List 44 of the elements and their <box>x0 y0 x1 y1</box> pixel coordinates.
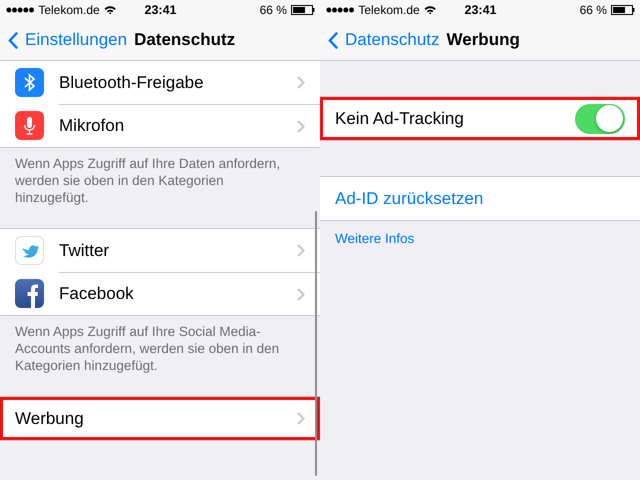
battery-icon <box>610 5 635 15</box>
wifi-icon <box>424 5 436 15</box>
row-label: Kein Ad-Tracking <box>335 108 464 128</box>
navigation-title: Werbung <box>446 30 520 50</box>
settings-row[interactable]: Kein Ad-Tracking <box>320 97 640 140</box>
wifi-icon <box>104 5 116 15</box>
facebook-icon <box>15 279 44 308</box>
settings-row[interactable]: Mikrofon <box>0 104 320 147</box>
carrier-name: Telekom.de <box>358 3 420 17</box>
battery-percentage: 66 % <box>260 3 287 17</box>
bluetooth-icon <box>15 68 44 97</box>
row-label: Facebook <box>59 284 134 304</box>
navigation-title: Datenschutz <box>134 30 236 50</box>
status-time: 23:41 <box>144 3 176 17</box>
reset-button[interactable]: Ad-ID zurücksetzen <box>320 177 640 220</box>
back-chevron-icon <box>8 30 19 50</box>
more-info-link[interactable]: Weitere Infos <box>335 231 414 246</box>
chevron-icon <box>297 288 305 300</box>
footer-note: Wenn Apps Zugriff auf Ihre Social Media-Accounts anfordern, werden sie oben in den Kategorien hinzugefügt. <box>14 323 280 374</box>
row-label: Mikrofon <box>59 116 124 136</box>
settings-row[interactable]: Bluetooth-Freigabe <box>0 61 320 104</box>
row-label: Ad-ID zurücksetzen <box>335 188 484 208</box>
row-label: Bluetooth-Freigabe <box>59 72 204 92</box>
row-label: Werbung <box>15 408 84 428</box>
carrier-name: Telekom.de <box>38 3 100 17</box>
signal-icon <box>6 7 34 13</box>
battery-icon <box>290 5 315 15</box>
battery-percentage: 66 % <box>580 3 607 17</box>
chevron-icon <box>297 412 305 425</box>
back-button[interactable]: Einstellungen <box>8 30 128 50</box>
back-button[interactable]: Datenschutz <box>328 30 440 50</box>
settings-row[interactable]: Werbung <box>0 397 320 440</box>
toggle-switch[interactable] <box>575 104 625 134</box>
back-chevron-icon <box>328 30 339 50</box>
bird-icon <box>15 236 44 265</box>
status-time: 23:41 <box>464 3 496 17</box>
signal-icon <box>326 7 354 13</box>
chevron-icon <box>297 120 305 132</box>
footer-note: Wenn Apps Zugriff auf Ihre Daten anfordern, werden sie oben in den Kategorien hinzugefügt. <box>14 155 282 206</box>
chevron-icon <box>297 244 305 257</box>
row-label: Twitter <box>59 240 110 260</box>
microphone-icon <box>15 111 44 140</box>
settings-row[interactable]: Twitter <box>0 229 320 272</box>
chevron-icon <box>297 76 305 89</box>
